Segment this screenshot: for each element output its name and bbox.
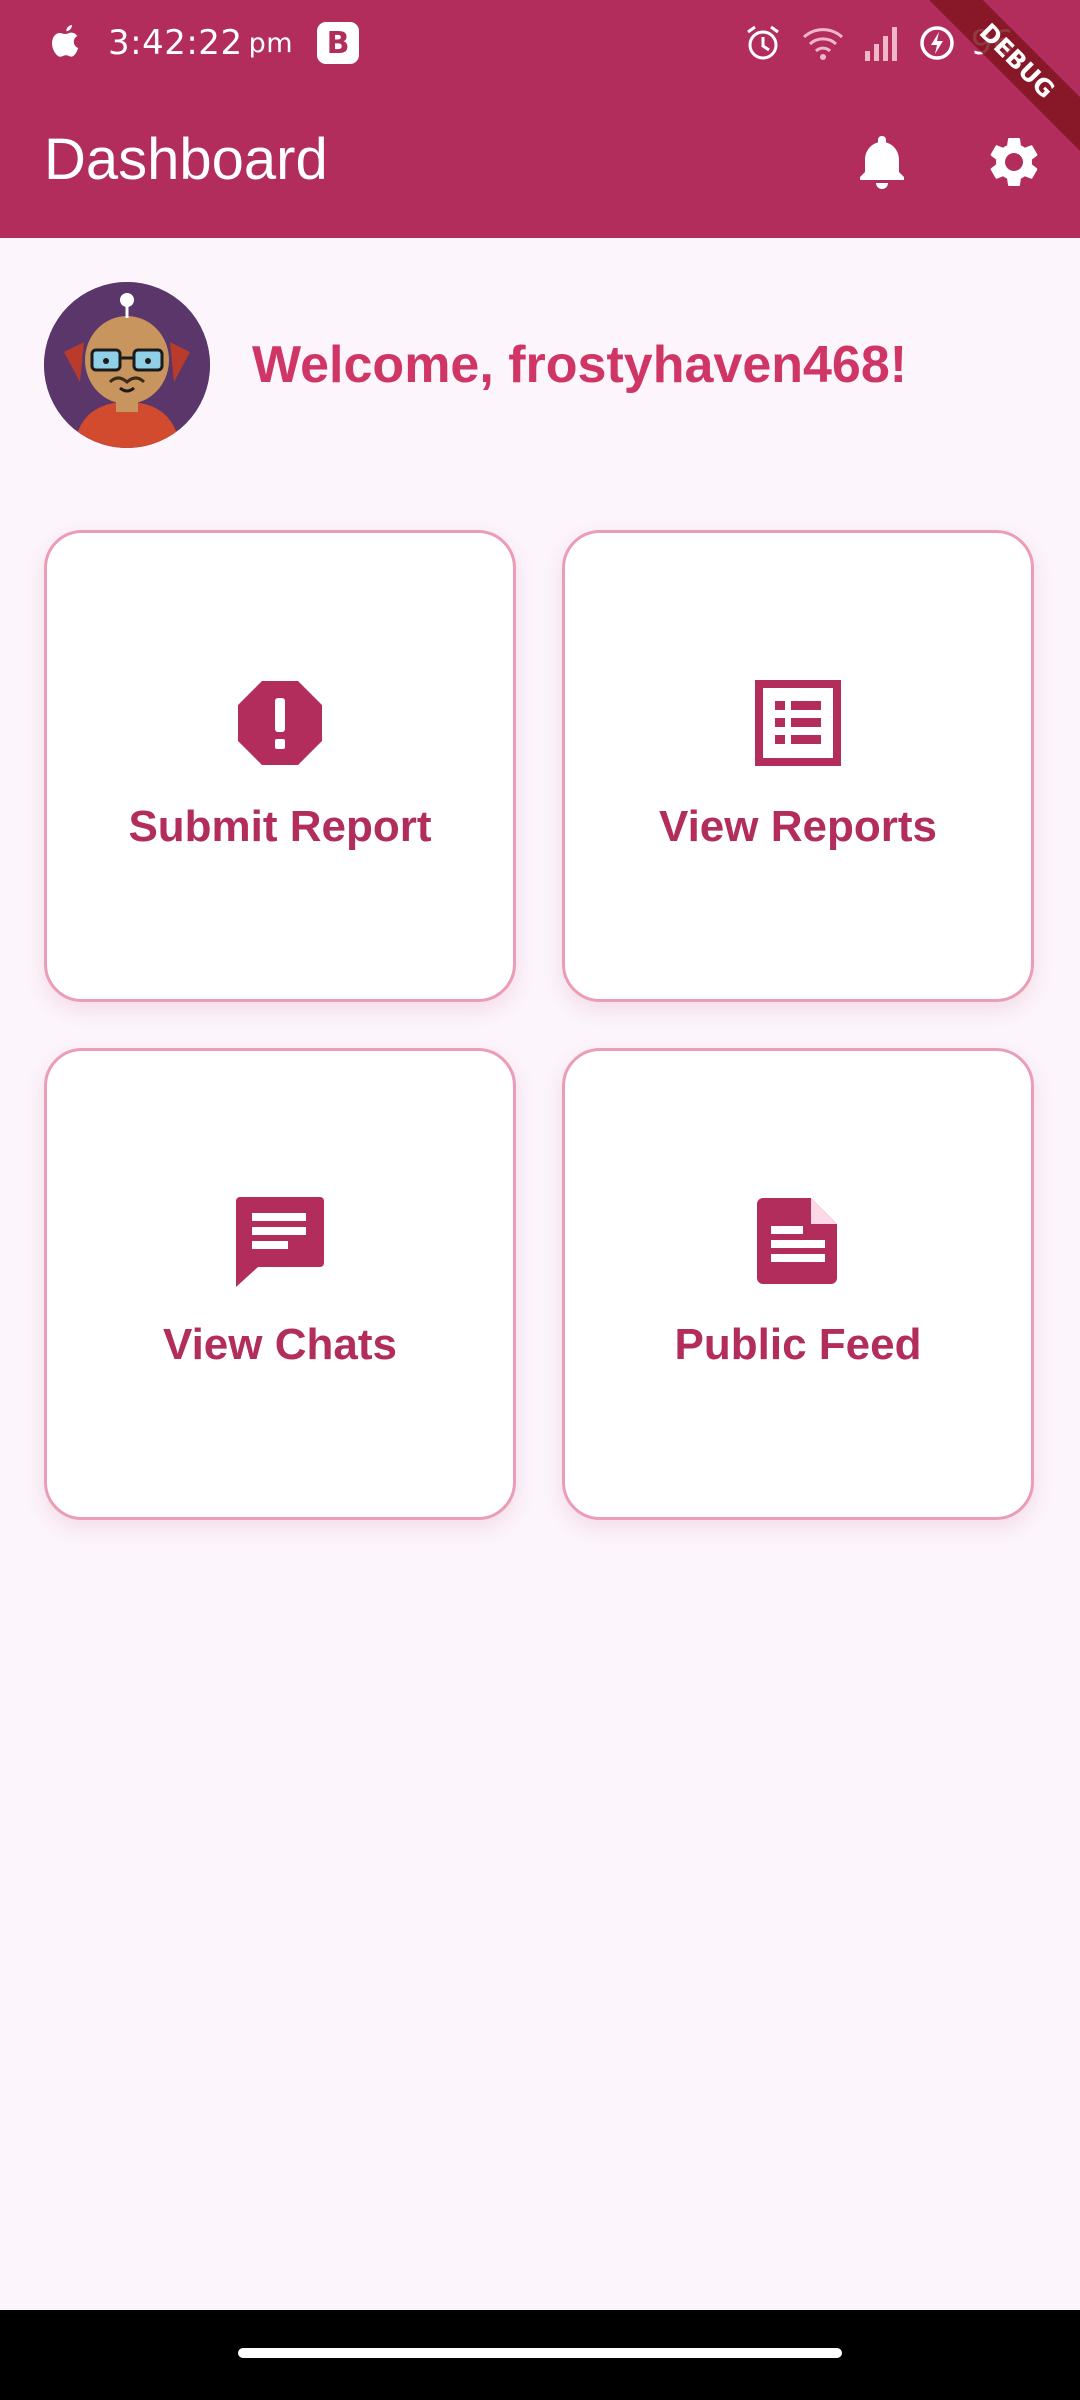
tile-view-reports[interactable]: View Reports xyxy=(562,530,1034,1002)
tile-label: View Chats xyxy=(163,1320,397,1369)
app-notification-badge: B xyxy=(317,22,360,64)
app-bar: Dashboard xyxy=(0,84,1080,238)
status-bar: 3:42:22 pm B 96 xyxy=(0,0,1080,84)
wifi-icon xyxy=(802,28,843,60)
page-title: Dashboard xyxy=(44,127,328,192)
tile-submit-report[interactable]: Submit Report xyxy=(44,530,516,1002)
bell-icon xyxy=(860,136,904,189)
alarm-icon xyxy=(746,25,779,60)
welcome-text: Welcome, frostyhaven468! xyxy=(252,336,908,394)
status-left: 3:42:22 pm B xyxy=(46,18,360,68)
tile-public-feed[interactable]: Public Feed xyxy=(562,1048,1034,1520)
article-icon xyxy=(750,1193,846,1289)
tile-view-chats[interactable]: View Chats xyxy=(44,1048,516,1520)
battery-saver-icon xyxy=(919,26,954,60)
list-alt-icon xyxy=(750,675,846,771)
gear-icon xyxy=(990,138,1038,186)
report-alert-icon xyxy=(232,675,328,771)
signal-icon xyxy=(864,27,897,61)
chat-icon xyxy=(232,1193,328,1289)
clock-suffix: pm xyxy=(248,27,294,59)
avatar[interactable] xyxy=(44,282,210,448)
settings-button[interactable] xyxy=(978,126,1050,198)
tile-label: Public Feed xyxy=(674,1320,922,1369)
tile-label: Submit Report xyxy=(128,802,432,851)
tile-label: View Reports xyxy=(659,802,937,851)
apple-icon xyxy=(52,25,79,57)
home-indicator[interactable] xyxy=(238,2348,842,2358)
system-nav-bar xyxy=(0,2310,1080,2400)
avatar-image xyxy=(44,282,210,448)
clock: 3:42:22 xyxy=(108,23,243,63)
notifications-button[interactable] xyxy=(846,126,918,198)
